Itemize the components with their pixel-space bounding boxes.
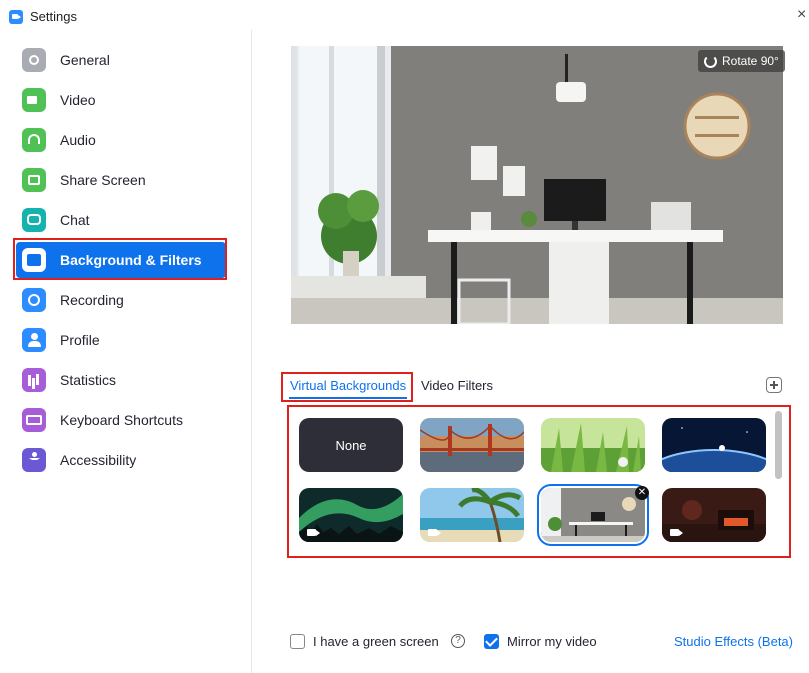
sidebar-item-recording[interactable]: Recording <box>16 282 226 318</box>
sidebar-item-keyboard-shortcuts[interactable]: Keyboard Shortcuts <box>16 402 226 438</box>
title-bar: Settings × <box>0 0 809 30</box>
sidebar-item-label: Audio <box>60 132 96 148</box>
sidebar-item-audio[interactable]: Audio <box>16 122 226 158</box>
sidebar-item-statistics[interactable]: Statistics <box>16 362 226 398</box>
earth-from-space-image <box>662 418 766 472</box>
sidebar-item-background-filters[interactable]: Background & Filters <box>16 242 226 278</box>
window-title: Settings <box>30 9 77 24</box>
add-background-button[interactable] <box>766 377 782 393</box>
sidebar-item-label: Statistics <box>60 372 117 388</box>
chat-bubble-icon <box>22 208 46 232</box>
backgrounds-scrollbar[interactable] <box>775 411 782 479</box>
keyboard-icon <box>22 408 46 432</box>
studio-effects-link[interactable]: Studio Effects (Beta) <box>674 634 793 649</box>
background-thumb-grass[interactable] <box>541 418 645 472</box>
sidebar-item-label: Profile <box>60 332 100 348</box>
background-thumb-beach[interactable] <box>420 488 524 542</box>
rotate-label: Rotate 90° <box>722 54 779 68</box>
profile-icon <box>22 328 46 352</box>
background-thumb-none[interactable]: None <box>299 418 403 472</box>
sidebar-item-label: Keyboard Shortcuts <box>60 412 183 428</box>
help-icon[interactable]: ? <box>451 634 465 648</box>
sidebar-item-profile[interactable]: Profile <box>16 322 226 358</box>
golden-gate-image <box>420 418 524 472</box>
sidebar-item-label: General <box>60 52 110 68</box>
zoom-app-icon <box>9 10 23 24</box>
grass-image <box>541 418 645 472</box>
sidebar-item-video[interactable]: Video <box>16 82 226 118</box>
accessibility-icon <box>22 448 46 472</box>
mirror-video-checkbox[interactable] <box>484 634 499 649</box>
sidebar-item-label: Video <box>60 92 96 108</box>
camera-preview <box>291 46 783 324</box>
background-icon <box>22 248 46 272</box>
sidebar-item-accessibility[interactable]: Accessibility <box>16 442 226 478</box>
sidebar-item-label: Background & Filters <box>60 252 202 268</box>
mirror-video-label: Mirror my video <box>507 634 597 649</box>
headphones-icon <box>22 128 46 152</box>
sidebar-item-label: Chat <box>60 212 90 228</box>
background-thumb-earth[interactable] <box>662 418 766 472</box>
record-icon <box>22 288 46 312</box>
green-screen-checkbox[interactable] <box>290 634 305 649</box>
active-tab-underline <box>289 397 407 399</box>
background-thumb-office[interactable] <box>537 484 649 546</box>
video-background-icon <box>307 529 320 536</box>
sidebar-item-general[interactable]: General <box>16 42 226 78</box>
close-button[interactable]: × <box>797 6 806 24</box>
none-label: None <box>335 437 367 453</box>
share-screen-icon <box>22 168 46 192</box>
sidebar-item-share-screen[interactable]: Share Screen <box>16 162 226 198</box>
sidebar-item-chat[interactable]: Chat <box>16 202 226 238</box>
background-thumb-golden-gate[interactable] <box>420 418 524 472</box>
tab-virtual-backgrounds[interactable]: Virtual Backgrounds <box>290 378 406 393</box>
rotate-90-button[interactable]: Rotate 90° <box>698 50 785 72</box>
video-background-icon <box>428 529 441 536</box>
sidebar-item-label: Share Screen <box>60 172 146 188</box>
tab-video-filters[interactable]: Video Filters <box>421 378 493 393</box>
office-scene-image <box>291 46 783 324</box>
rotate-icon <box>704 54 717 68</box>
statistics-icon <box>22 368 46 392</box>
background-thumb-fireplace[interactable] <box>662 488 766 542</box>
gear-icon <box>22 48 46 72</box>
background-thumb-aurora[interactable] <box>299 488 403 542</box>
delete-background-button[interactable]: ✕ <box>635 486 649 500</box>
green-screen-label: I have a green screen <box>313 634 439 649</box>
video-background-icon <box>670 529 683 536</box>
sidebar-item-label: Recording <box>60 292 124 308</box>
sidebar-item-label: Accessibility <box>60 452 137 468</box>
office-desk-image <box>541 488 645 542</box>
video-camera-icon <box>22 88 46 112</box>
